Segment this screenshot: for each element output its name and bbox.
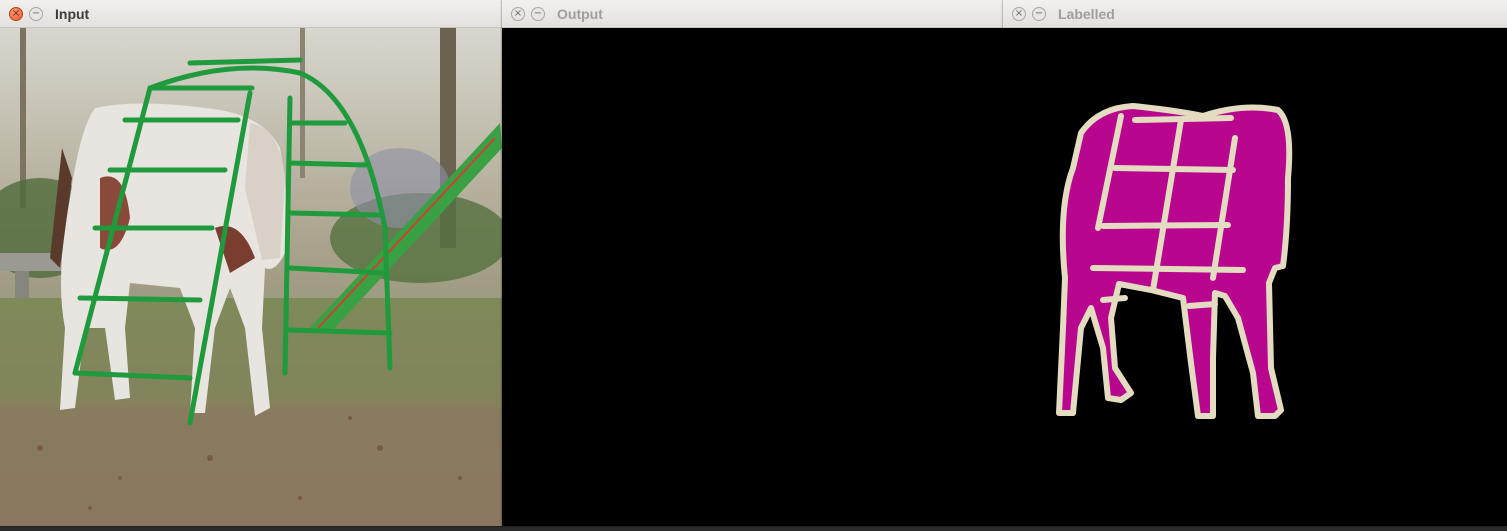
close-icon[interactable]: × (511, 7, 525, 21)
labelled-window[interactable]: × − Labelled (1003, 0, 1507, 526)
close-icon[interactable]: × (1012, 7, 1026, 21)
minimize-icon[interactable]: − (1032, 7, 1046, 21)
close-icon[interactable]: × (9, 7, 23, 21)
minimize-icon[interactable]: − (531, 7, 545, 21)
output-titlebar[interactable]: × − Output (502, 0, 1003, 28)
window-title: Output (557, 6, 603, 22)
labelled-canvas (1003, 28, 1507, 526)
horse-playground-photo (0, 28, 502, 526)
horse-segmentation-mask (1056, 103, 1293, 419)
window-title: Labelled (1058, 6, 1115, 22)
input-titlebar[interactable]: × − Input (0, 0, 502, 28)
labelled-titlebar[interactable]: × − Labelled (1003, 0, 1507, 28)
input-image (0, 28, 502, 526)
output-canvas (502, 28, 1003, 526)
window-title: Input (55, 6, 90, 22)
input-window[interactable]: × − Input (0, 0, 502, 526)
minimize-icon[interactable]: − (29, 7, 43, 21)
output-window[interactable]: × − Output (502, 0, 1003, 526)
background-terminal (0, 526, 1507, 531)
